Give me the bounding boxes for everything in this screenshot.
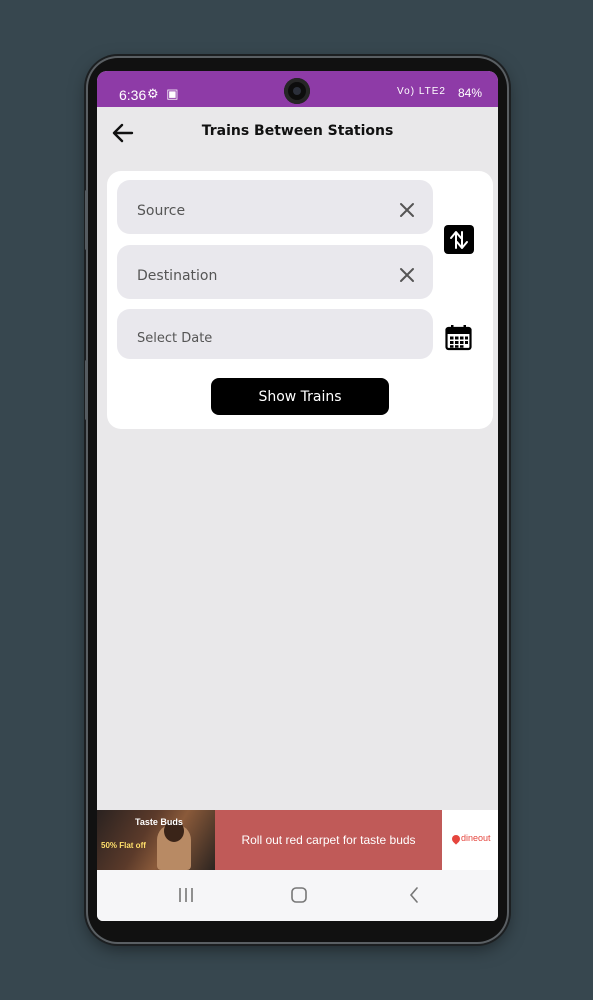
status-bar: 6:36 ⚙ ▣ Vo) LTE2 84% xyxy=(97,71,498,107)
screen: 6:36 ⚙ ▣ Vo) LTE2 84% Trains Between Sta… xyxy=(97,71,498,921)
ad-brand-name: dineout xyxy=(461,833,491,843)
status-battery: 84% xyxy=(457,86,482,100)
source-placeholder: Source xyxy=(137,203,186,219)
ad-image: Taste Buds 50% Flat off xyxy=(97,810,215,870)
location-pin-icon xyxy=(450,833,462,845)
home-icon xyxy=(291,887,307,903)
ad-brand-logo: dineout xyxy=(442,810,498,870)
system-back-button[interactable] xyxy=(399,880,429,910)
status-network: Vo) LTE2 xyxy=(397,86,446,97)
clear-destination-icon[interactable] xyxy=(399,267,415,283)
ad-image-title: Taste Buds xyxy=(135,817,183,827)
home-button[interactable] xyxy=(284,880,314,910)
calendar-icon[interactable] xyxy=(445,324,472,351)
ad-headline: Roll out red carpet for taste buds xyxy=(215,810,442,870)
clear-source-icon[interactable] xyxy=(399,202,415,218)
ad-image-offer: 50% Flat off xyxy=(101,841,146,850)
swap-vertical-icon xyxy=(450,230,468,249)
destination-placeholder: Destination xyxy=(137,268,218,284)
status-time: 6:36 xyxy=(119,87,147,103)
destination-field[interactable]: Destination xyxy=(117,245,433,299)
status-notification-icons: ⚙ ▣ xyxy=(147,86,181,101)
front-camera xyxy=(284,78,310,104)
ad-person-image xyxy=(157,820,191,870)
phone-volume-button xyxy=(85,190,88,250)
chevron-left-icon xyxy=(409,887,418,903)
show-trains-button[interactable]: Show Trains xyxy=(211,378,389,415)
search-card: Source Destination Select Date Show Trai… xyxy=(107,171,493,429)
recent-apps-button[interactable] xyxy=(171,880,201,910)
app-bar: Trains Between Stations xyxy=(97,107,498,159)
system-nav-bar xyxy=(97,870,498,921)
source-field[interactable]: Source xyxy=(117,180,433,234)
recent-apps-icon xyxy=(179,888,193,902)
phone-power-button xyxy=(85,360,88,420)
swap-stations-button[interactable] xyxy=(444,225,474,254)
ad-banner[interactable]: Taste Buds 50% Flat off Roll out red car… xyxy=(97,810,498,870)
date-placeholder: Select Date xyxy=(137,331,213,346)
date-field[interactable]: Select Date xyxy=(117,309,433,359)
page-title: Trains Between Stations xyxy=(201,123,394,139)
